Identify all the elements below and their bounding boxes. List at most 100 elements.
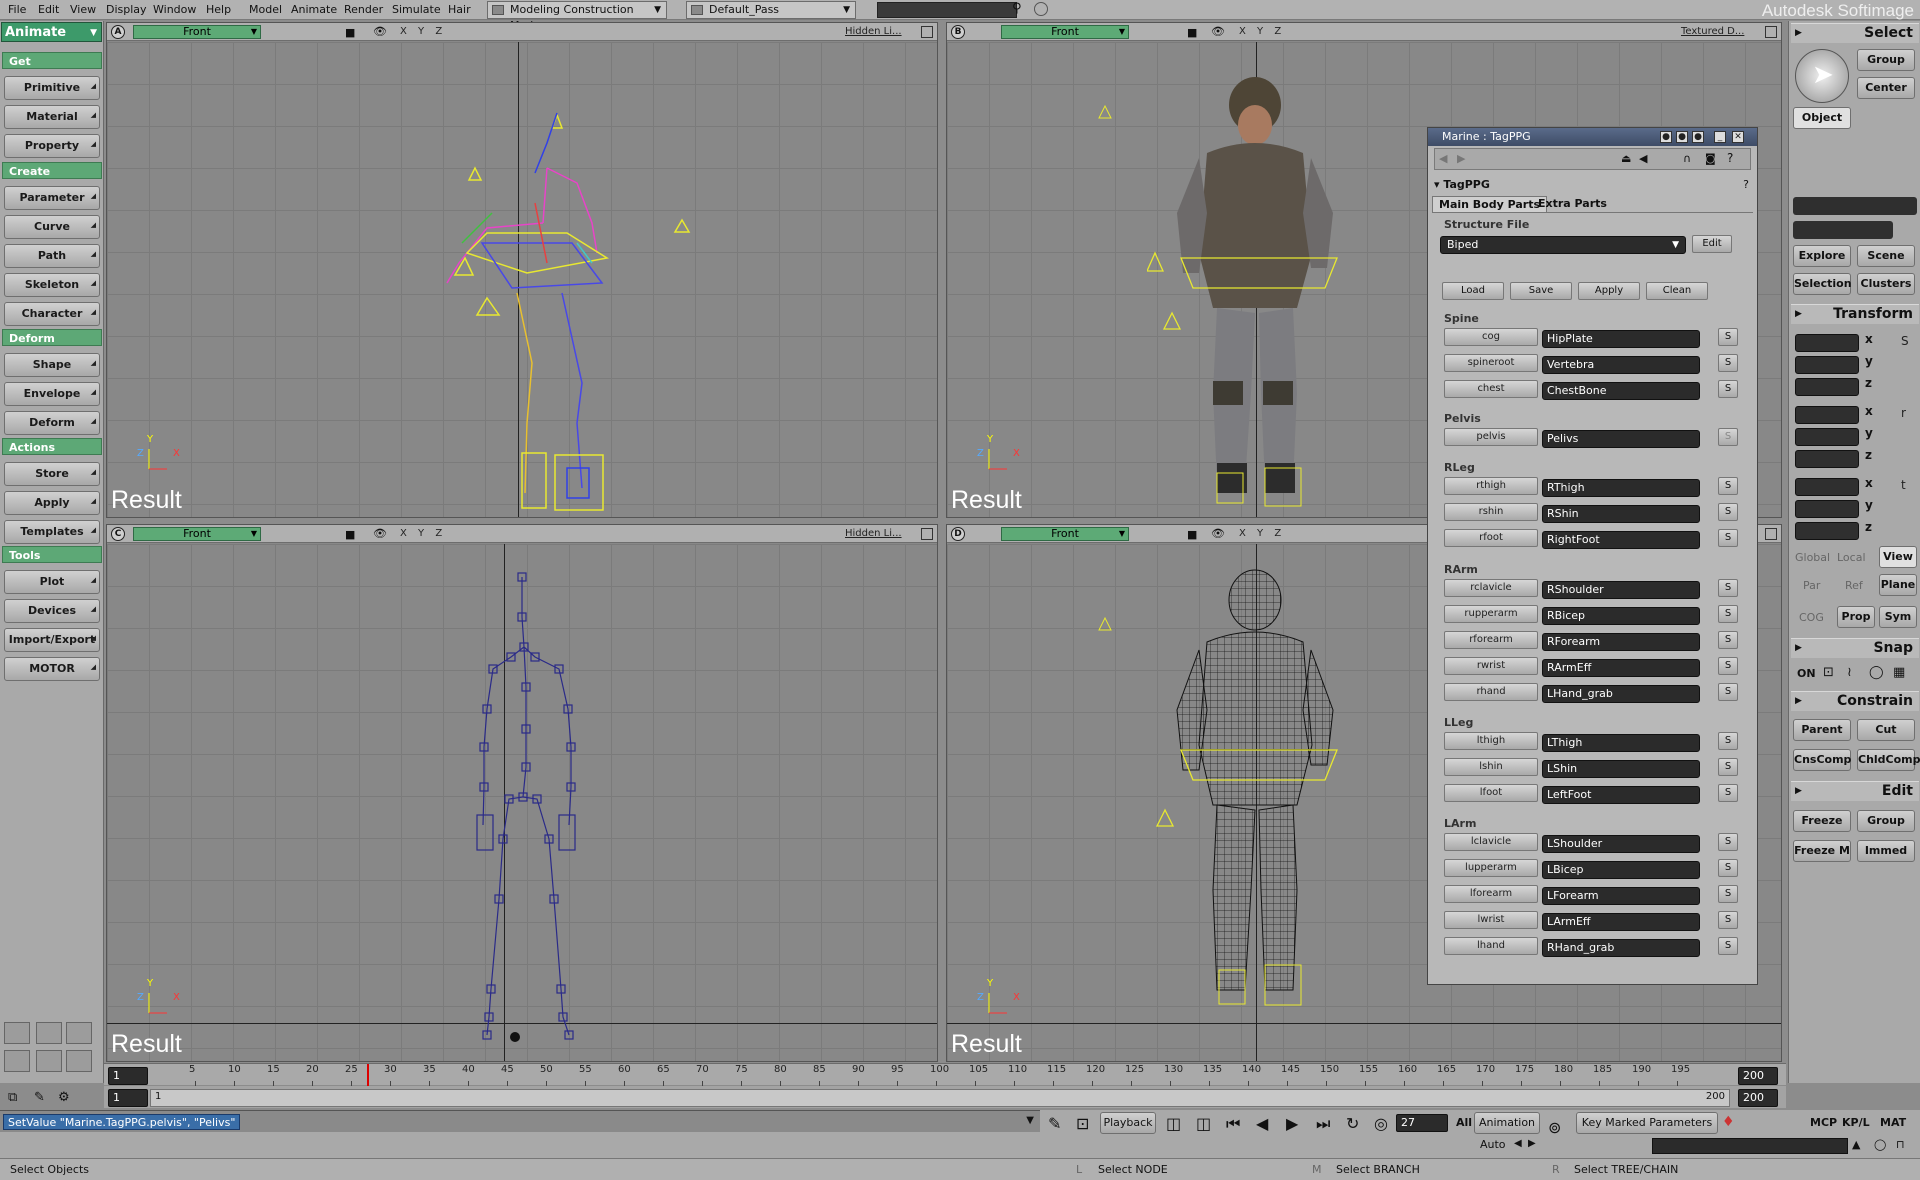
menu-hair[interactable]: Hair [448, 3, 471, 16]
freeze-button[interactable]: Freeze [1793, 810, 1851, 832]
pick-rthigh-button[interactable]: rthigh [1444, 477, 1538, 495]
translate-icon[interactable]: t [1901, 478, 1915, 494]
cnscomp-button[interactable]: CnsComp [1793, 749, 1851, 771]
edit-button[interactable]: Edit [1692, 235, 1732, 253]
translate-y-field[interactable] [1795, 500, 1859, 518]
back-arrow-icon[interactable]: ◀ [1439, 152, 1447, 165]
snap-faces-icon[interactable]: ◯ [1869, 665, 1884, 680]
menu-display[interactable]: Display [106, 3, 147, 16]
layout-split-icon[interactable] [36, 1022, 62, 1044]
lock-icon[interactable]: ⊡ [1076, 1114, 1089, 1133]
transform-header[interactable]: ▶ Transform [1791, 304, 1919, 324]
maximize-icon[interactable] [1765, 528, 1777, 540]
viewport-a[interactable]: A Front ▼ ■ 👁 X Y Z Hidden Li... Y Z X R… [106, 22, 938, 518]
camera-dropdown[interactable]: Front ▼ [1001, 527, 1129, 541]
layout-column-icon[interactable] [36, 1050, 62, 1072]
range-end-field[interactable]: 200 [1738, 1089, 1778, 1107]
scale-x-field[interactable] [1795, 334, 1859, 352]
plane-toggle[interactable]: Plane [1879, 574, 1917, 596]
pick-lhand-button[interactable]: lhand [1444, 937, 1538, 955]
immed-button[interactable]: Immed [1857, 840, 1915, 862]
snap-on-toggle[interactable]: ON [1797, 667, 1816, 680]
axes-toggle[interactable]: X Y Z [1239, 26, 1285, 37]
rewind-icon[interactable]: ⏮ [1226, 1114, 1240, 1134]
command-line[interactable]: SetValue "Marine.TagPPG.pelvis", "Pelivs… [0, 1110, 1040, 1132]
search-input[interactable] [877, 2, 1017, 18]
keyframe-slider-arrow[interactable]: ▲ [1852, 1138, 1860, 1151]
edit-header[interactable]: ▶ Edit [1791, 781, 1919, 801]
pick-rupperarm-button[interactable]: rupperarm [1444, 605, 1538, 623]
cog-field[interactable]: HipPlate [1542, 330, 1700, 348]
clusters-button[interactable]: Clusters [1857, 273, 1915, 295]
ppg-help-icon[interactable]: ● [1692, 131, 1704, 143]
section-tools[interactable]: Tools [2, 546, 102, 563]
ppg-section-header[interactable]: ▾ TagPPG [1434, 178, 1490, 191]
viewport-letter[interactable]: B [951, 25, 965, 39]
keyframe-slider[interactable] [1652, 1138, 1848, 1154]
camera-dropdown[interactable]: Front ▼ [1001, 25, 1129, 39]
next-key-arrow-icon[interactable]: ▶ [1528, 1138, 1536, 1149]
property-button[interactable]: Property ◢ [4, 134, 100, 158]
layout-quad-icon[interactable] [66, 1022, 92, 1044]
search-icon[interactable]: ⚲ [1012, 1, 1022, 16]
rshin-field[interactable]: RShin [1542, 505, 1700, 523]
select-rshin-button[interactable]: S [1718, 503, 1738, 521]
mcp-tab[interactable]: MCP [1810, 1116, 1837, 1129]
fast-forward-icon[interactable]: ⏭ [1316, 1114, 1330, 1134]
scale-y-field[interactable] [1795, 356, 1859, 374]
apply-action-button[interactable]: Apply ◢ [4, 491, 100, 515]
eye-icon[interactable]: 👁 [373, 527, 387, 540]
viewport-letter[interactable]: D [951, 527, 965, 541]
play-icon[interactable]: ▶ [1286, 1114, 1298, 1133]
pick-rwrist-button[interactable]: rwrist [1444, 657, 1538, 675]
parameter-button[interactable]: Parameter ◢ [4, 186, 100, 210]
layout-row-icon[interactable] [4, 1050, 30, 1072]
templates-button[interactable]: Templates ◢ [4, 520, 100, 544]
ref-toggle[interactable]: Ref [1845, 579, 1863, 592]
parent-button[interactable]: Parent [1793, 719, 1851, 741]
view-toggle[interactable]: View [1879, 546, 1917, 568]
envelope-button[interactable]: Envelope ◢ [4, 382, 100, 406]
constrain-header[interactable]: ▶ Constrain [1791, 691, 1919, 711]
lhand-field[interactable]: RHand_grab [1542, 939, 1700, 957]
kpl-tab[interactable]: KP/L [1842, 1116, 1870, 1129]
pick-rhand-button[interactable]: rhand [1444, 683, 1538, 701]
pick-pelvis-button[interactable]: pelvis [1444, 428, 1538, 446]
select-rforearm-button[interactable]: S [1718, 631, 1738, 649]
pick-lforearm-button[interactable]: lforearm [1444, 885, 1538, 903]
rotate-z-field[interactable] [1795, 450, 1859, 468]
local-toggle[interactable]: Local [1837, 551, 1866, 564]
scale-z-field[interactable] [1795, 378, 1859, 396]
mode-selector[interactable]: Animate ▼ [1, 22, 102, 42]
preset-load-icon[interactable]: ⏏ [1621, 152, 1631, 165]
rotate-x-field[interactable] [1795, 406, 1859, 424]
freeze-m-button[interactable]: Freeze M [1793, 840, 1851, 862]
menu-file[interactable]: File [8, 3, 26, 16]
clear-icon[interactable] [1034, 2, 1048, 16]
viewport-letter[interactable]: C [111, 527, 125, 541]
center-select-button[interactable]: Center [1857, 77, 1915, 99]
select-header[interactable]: ▶ Select [1791, 23, 1919, 43]
revert-icon[interactable]: ◙ [1705, 152, 1716, 165]
camera-icon[interactable]: ■ [345, 528, 355, 541]
camera-dropdown[interactable]: Front ▼ [133, 25, 261, 39]
all-toggle[interactable]: All [1456, 1116, 1472, 1129]
section-help-icon[interactable]: ? [1743, 178, 1749, 191]
camera-icon[interactable]: ■ [1187, 26, 1197, 39]
import-export-button[interactable]: Import/Export ◢ [4, 628, 100, 652]
pick-rshin-button[interactable]: rshin [1444, 503, 1538, 521]
tab-main-body-parts[interactable]: Main Body Parts [1432, 196, 1548, 212]
lshin-field[interactable]: LShin [1542, 760, 1700, 778]
ppg-close-icon[interactable]: ✕ [1732, 131, 1744, 143]
axes-toggle[interactable]: X Y Z [400, 528, 446, 539]
rotate-icon[interactable]: r [1901, 406, 1915, 422]
ppg-title-bar[interactable]: Marine : TagPPG [1428, 128, 1757, 146]
menu-simulate[interactable]: Simulate [392, 3, 441, 16]
loop-icon[interactable]: ↻ [1346, 1114, 1359, 1133]
translate-z-field[interactable] [1795, 522, 1859, 540]
eye-icon[interactable]: 👁 [1211, 527, 1225, 540]
apply-button[interactable]: Apply [1578, 282, 1640, 300]
eye-icon[interactable]: 👁 [373, 25, 387, 38]
select-pelvis-button[interactable]: S [1718, 428, 1738, 446]
global-toggle[interactable]: Global [1795, 551, 1830, 564]
